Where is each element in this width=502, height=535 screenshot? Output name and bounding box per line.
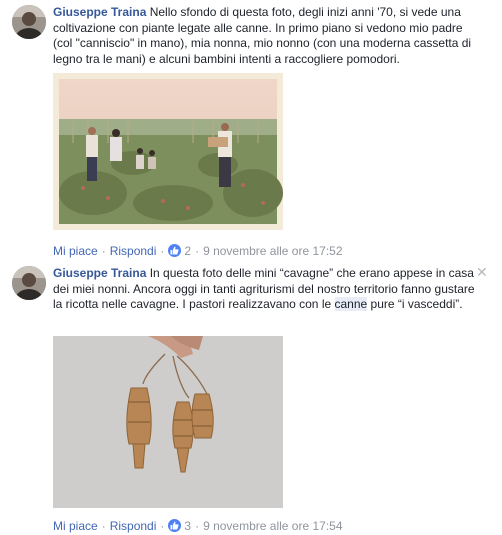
reaction-count[interactable]: 3 — [184, 519, 191, 533]
comment-actions: Mi piace · Rispondi · 3 · 9 novembre alle ore … — [53, 519, 343, 533]
comment-text-end: pure “i vasceddi”. — [367, 297, 463, 312]
timestamp[interactable]: 9 novembre alle ore 17:54 — [203, 519, 342, 533]
comment-author[interactable]: Giuseppe Traina — [53, 5, 146, 19]
like-link[interactable]: Mi piace — [53, 519, 98, 533]
reaction-count[interactable]: 2 — [184, 244, 191, 258]
comment-body: Giuseppe Traina Nello sfondo di questa f… — [53, 5, 478, 67]
like-thumb-icon[interactable] — [168, 519, 182, 532]
close-icon[interactable]: ✕ — [476, 265, 488, 279]
reply-link[interactable]: Rispondi — [110, 244, 157, 258]
reply-link[interactable]: Rispondi — [110, 519, 157, 533]
comment-body: Giuseppe Traina In questa foto delle min… — [53, 266, 478, 313]
timestamp[interactable]: 9 novembre alle ore 17:52 — [203, 244, 342, 258]
like-link[interactable]: Mi piace — [53, 244, 98, 258]
avatar[interactable] — [12, 5, 46, 39]
comment-author[interactable]: Giuseppe Traina — [53, 266, 146, 280]
comment-actions: Mi piace · Rispondi · 2 · 9 novembre alle ore … — [53, 244, 343, 258]
avatar[interactable] — [12, 266, 46, 300]
comment-photo[interactable] — [53, 73, 283, 230]
highlighted-word[interactable]: canne — [334, 297, 368, 312]
like-thumb-icon[interactable] — [168, 244, 182, 257]
comment-photo[interactable] — [53, 336, 283, 508]
